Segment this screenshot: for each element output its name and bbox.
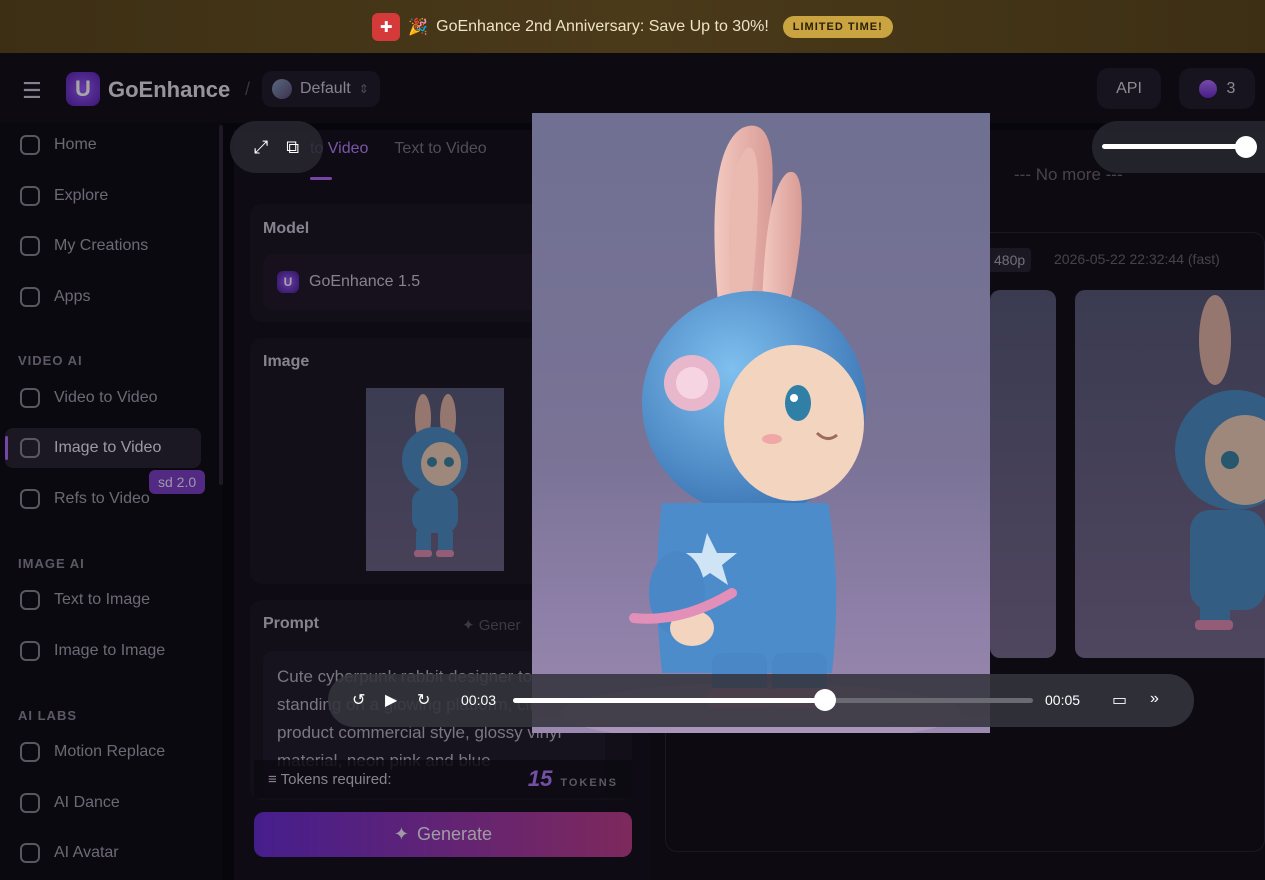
video-icon [20, 388, 40, 408]
generate-button[interactable]: ✦ Generate [254, 812, 632, 857]
video-player[interactable] [532, 113, 990, 733]
image-edit-icon [20, 641, 40, 661]
compass-icon [20, 186, 40, 206]
volume-slider[interactable] [1102, 144, 1247, 149]
sidebar-item-label: Image to Video [54, 439, 162, 456]
seek-bar-progress [513, 698, 825, 703]
skip-forward-icon[interactable]: » [1150, 690, 1159, 708]
workspace-avatar [272, 79, 292, 99]
sidebar-item-ai-dance[interactable]: AI Dance [0, 783, 210, 823]
limited-time-badge: LIMITED TIME! [782, 15, 893, 38]
uploaded-image-thumbnail[interactable] [366, 388, 504, 571]
tab-text-to-video[interactable]: Text to Video [394, 140, 486, 180]
apps-icon [20, 287, 40, 307]
collapse-sidebar-icon[interactable]: ☰ [22, 78, 42, 104]
coins-icon: ≡ [268, 770, 281, 788]
sidebar-item-explore[interactable]: Explore [0, 176, 210, 216]
sidebar-item-image-to-video[interactable]: Image to Video [5, 428, 201, 468]
party-icon: 🎉 [408, 18, 429, 36]
sidebar-item-label: Video to Video [54, 389, 158, 406]
prompt-title: Prompt [263, 615, 319, 632]
ai-generate-label: Gener [478, 617, 521, 634]
rewind-15-icon[interactable]: ↺ [352, 690, 365, 710]
tokens-label: Tokens required: [280, 770, 392, 788]
sidebar-scrollbar[interactable] [219, 125, 223, 485]
sparkle-icon [20, 742, 40, 762]
credits-icon [1198, 79, 1217, 98]
sidebar-item-label: Image to Image [54, 642, 166, 659]
section-video-ai: VIDEO AI [18, 353, 83, 368]
model-selector[interactable]: U GoEnhance 1.5 [263, 254, 563, 310]
image-video-icon [20, 438, 40, 458]
rabbit-toy-thumbnail-art [402, 394, 468, 557]
sparkle-icon: ✦ [393, 824, 410, 844]
sidebar-item-image-to-image[interactable]: Image to Image [0, 631, 210, 671]
forward-15-icon[interactable]: ↻ [417, 690, 430, 710]
model-logo-icon: U [277, 271, 299, 293]
sidebar-item-label: Home [54, 136, 97, 153]
sidebar-item-label: AI Avatar [54, 844, 119, 861]
sidebar-item-ai-avatar[interactable]: AI Avatar [0, 833, 210, 873]
play-icon[interactable]: ▶ [385, 690, 397, 710]
sidebar-item-label: AI Dance [54, 794, 120, 811]
sidebar-item-label: Explore [54, 187, 109, 204]
promo-banner[interactable]: ✚ 🎉 GoEnhance 2nd Anniversary: Save Up t… [0, 0, 1265, 53]
sidebar-item-motion-replace[interactable]: Motion Replace [0, 732, 210, 772]
gift-icon: ✚ [372, 12, 401, 41]
home-icon [20, 135, 40, 155]
model-name: GoEnhance 1.5 [309, 273, 421, 290]
image-title: Image [263, 353, 310, 370]
ai-generate-prompt-button[interactable]: ✦ Gener [462, 616, 520, 634]
workspace-selector[interactable]: Default ⇕ [262, 71, 380, 107]
refs-icon [20, 489, 40, 509]
resolution-badge: 480p [988, 248, 1032, 272]
rabbit-toy-video-frame [561, 125, 961, 733]
sidebar-item-apps[interactable]: Apps [0, 277, 210, 317]
creations-icon [20, 236, 40, 256]
api-button[interactable]: API [1097, 68, 1161, 109]
credits-count: 3 [1226, 79, 1236, 97]
avatar-icon [20, 843, 40, 863]
model-title: Model [263, 220, 310, 237]
tokens-required-row: ≡ Tokens required: 15 TOKENS [254, 760, 632, 798]
result-video-thumbnail[interactable] [1075, 290, 1265, 658]
rabbit-toy-result-art [1175, 295, 1265, 630]
tokens-value: 15 [527, 766, 553, 791]
section-image-ai: IMAGE AI [18, 556, 85, 571]
sidebar-item-label: Refs to Video [54, 490, 150, 507]
sidebar-item-home[interactable]: Home [0, 125, 210, 165]
new-version-badge: sd 2.0 [149, 470, 206, 494]
dance-icon [20, 793, 40, 813]
active-tab-indicator [310, 177, 332, 180]
sidebar-item-label: Motion Replace [54, 743, 166, 760]
sidebar-item-my-creations[interactable]: My Creations [0, 226, 210, 266]
tokens-label-group: ≡ Tokens required: [268, 771, 392, 788]
pip-window-controls: ⤢ ⧉ [230, 121, 323, 173]
expand-icon[interactable]: ⤢ [254, 137, 268, 158]
seek-knob[interactable] [814, 689, 836, 711]
brand-name[interactable]: GoEnhance [108, 77, 230, 103]
sidebar-item-video-to-video[interactable]: Video to Video [0, 378, 210, 418]
breadcrumb-separator: / [245, 79, 251, 99]
return-to-tab-icon[interactable]: ⧉ [286, 137, 299, 158]
sidebar-item-label: Apps [54, 288, 91, 305]
result-video-thumbnail[interactable] [990, 290, 1056, 658]
credits-button[interactable]: 3 [1179, 68, 1255, 109]
generate-label: Generate [417, 824, 493, 844]
tokens-unit: TOKENS [560, 777, 618, 789]
airplay-icon[interactable]: ▭ [1112, 690, 1127, 710]
duration: 00:05 [1045, 692, 1081, 708]
banner-text: GoEnhance 2nd Anniversary: Save Up to 30… [436, 17, 769, 35]
workspace-name: Default [300, 80, 351, 97]
tokens-amount: 15 TOKENS [528, 766, 618, 792]
chevron-updown-icon: ⇕ [358, 82, 369, 96]
result-timestamp: 2026-05-22 22:32:44 (fast) [1054, 251, 1220, 267]
current-time: 00:03 [461, 692, 497, 708]
section-ai-labs: AI LABS [18, 708, 77, 723]
sidebar-item-label: Text to Image [54, 591, 151, 608]
text-image-icon [20, 590, 40, 610]
sidebar-item-text-to-image[interactable]: Text to Image [0, 580, 210, 620]
sidebar-item-label: My Creations [54, 237, 149, 254]
brand-logo[interactable]: U [66, 72, 100, 106]
